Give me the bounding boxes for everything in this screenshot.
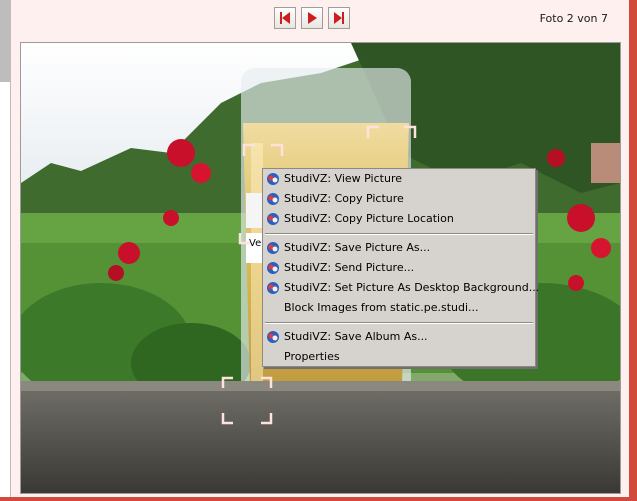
play-icon <box>308 12 317 24</box>
menu-properties[interactable]: Properties <box>263 347 535 367</box>
menu-item-label: StudiVZ: Save Picture As... <box>284 241 431 254</box>
last-photo-button[interactable] <box>328 7 350 29</box>
photo-navigation <box>274 7 350 29</box>
studivz-icon <box>267 282 279 294</box>
menu-save-picture-as[interactable]: StudiVZ: Save Picture As... <box>263 238 535 258</box>
menu-item-label: StudiVZ: Set Picture As Desktop Backgrou… <box>284 281 540 294</box>
menu-send-picture[interactable]: StudiVZ: Send Picture... <box>263 258 535 278</box>
right-border <box>629 0 637 501</box>
menu-separator <box>263 318 535 327</box>
studivz-icon <box>267 331 279 343</box>
studivz-icon <box>267 173 279 185</box>
tooltip-fragment: Ve <box>249 238 262 249</box>
left-strip-gray <box>0 0 10 82</box>
studivz-icon <box>267 262 279 274</box>
menu-item-label: StudiVZ: Save Album As... <box>284 330 428 343</box>
menu-view-picture[interactable]: StudiVZ: View Picture <box>263 169 535 189</box>
studivz-icon <box>267 213 279 225</box>
menu-copy-picture-location[interactable]: StudiVZ: Copy Picture Location <box>263 209 535 229</box>
menu-separator <box>263 229 535 238</box>
menu-item-label: StudiVZ: Copy Picture Location <box>284 212 454 225</box>
menu-save-album-as[interactable]: StudiVZ: Save Album As... <box>263 327 535 347</box>
menu-block-images[interactable]: Block Images from static.pe.studi... <box>263 298 535 318</box>
menu-set-desktop-background[interactable]: StudiVZ: Set Picture As Desktop Backgrou… <box>263 278 539 298</box>
menu-item-label: Properties <box>284 350 340 363</box>
play-button[interactable] <box>301 7 323 29</box>
photo-counter: Foto 2 von 7 <box>539 12 608 25</box>
skip-first-icon <box>280 12 290 24</box>
studivz-icon <box>267 242 279 254</box>
skip-last-icon <box>334 12 344 24</box>
first-photo-button[interactable] <box>274 7 296 29</box>
menu-item-label: StudiVZ: Copy Picture <box>284 192 404 205</box>
studivz-icon <box>267 193 279 205</box>
menu-copy-picture[interactable]: StudiVZ: Copy Picture <box>263 189 535 209</box>
menu-item-label: StudiVZ: View Picture <box>284 172 402 185</box>
bottom-border <box>0 497 637 501</box>
menu-item-label: StudiVZ: Send Picture... <box>284 261 415 274</box>
menu-item-label: Block Images from static.pe.studi... <box>284 301 479 314</box>
context-menu: StudiVZ: View Picture StudiVZ: Copy Pict… <box>262 168 539 367</box>
